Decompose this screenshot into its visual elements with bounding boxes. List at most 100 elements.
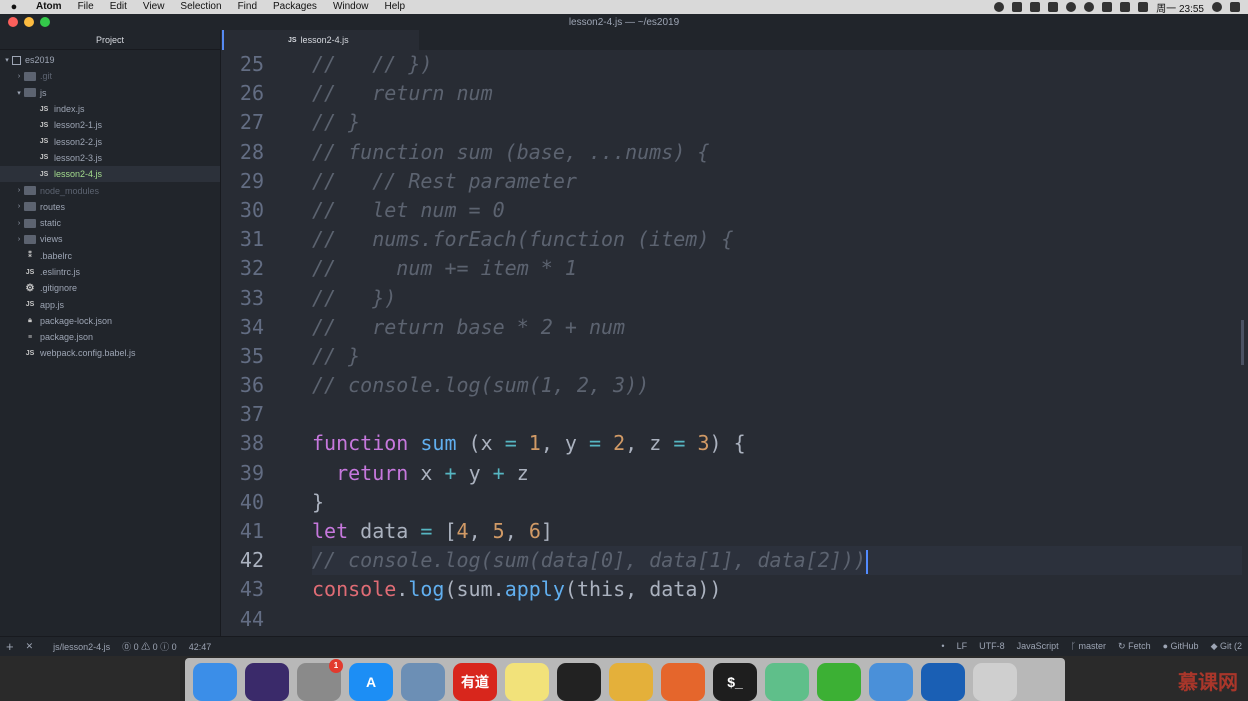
sogou-icon[interactable] (1138, 2, 1149, 12)
menu-find[interactable]: Find (230, 0, 265, 14)
dock-app-notes-icon[interactable] (505, 663, 549, 701)
code-line-26[interactable]: // return num (312, 79, 1242, 108)
record-icon[interactable] (994, 2, 1005, 12)
dock-app-keynote-icon[interactable] (869, 663, 913, 701)
code-line-33[interactable]: // }) (312, 284, 1242, 313)
code-line-38[interactable]: function sum (x = 1, y = 2, z = 3) { (312, 429, 1242, 458)
tree-header[interactable]: Project (0, 30, 220, 50)
tree-item-views[interactable]: › views (0, 231, 220, 247)
code-line-41[interactable]: let data = [4, 5, 6] (312, 517, 1242, 546)
eye-icon[interactable] (1066, 2, 1077, 12)
tree-item-node-modules[interactable]: › node_modules (0, 182, 220, 198)
code-line-40[interactable]: } (312, 488, 1242, 517)
tree-item-package-json[interactable]: ≡ package.json (0, 329, 220, 345)
maximize-window-button[interactable] (40, 17, 50, 27)
dock-app-preview-icon[interactable] (401, 663, 445, 701)
editor-scrollbar[interactable] (1241, 320, 1244, 365)
tree-item-app-js[interactable]: JS app.js (0, 296, 220, 312)
app-status-icon[interactable] (1048, 2, 1059, 12)
code-line-36[interactable]: // console.log(sum(1, 2, 3)) (312, 371, 1242, 400)
code-line-43[interactable]: console.log(sum.apply(this, data)) (312, 575, 1242, 604)
dock-app-youdao-icon[interactable]: 有道 (453, 663, 497, 701)
dock-app-siri-icon[interactable] (245, 663, 289, 701)
status-git[interactable]: ◆ Git (2 (1205, 641, 1248, 652)
status-grammar[interactable]: JavaScript (1011, 641, 1065, 652)
code-line-39[interactable]: return x + y + z (312, 459, 1242, 488)
dock-app-finder-icon[interactable] (193, 663, 237, 701)
apple-menu-icon[interactable]: ● (0, 1, 28, 13)
status-github[interactable]: ● GitHub (1157, 641, 1205, 652)
token-param: y (564, 431, 577, 456)
menu-atom[interactable]: Atom (28, 0, 70, 14)
tab-lesson2-4[interactable]: JS lesson2-4.js (222, 30, 419, 50)
tree-item-package-lock[interactable]: 🔒︎ package-lock.json (0, 313, 220, 329)
code-lines[interactable]: // // }) // return num // } // function … (312, 50, 1242, 634)
status-git-branch[interactable]: ᚴ master (1065, 641, 1112, 652)
dock-app-system-preferences-icon[interactable]: 1 (297, 659, 343, 701)
tree-item-es2019[interactable]: ▾ es2019 (0, 52, 220, 68)
status-cursor-position[interactable]: 42:47 (183, 642, 218, 652)
tree-item-git[interactable]: › .git (0, 68, 220, 84)
status-line-ending[interactable]: LF (951, 641, 974, 652)
dock-app-wechat-icon[interactable] (817, 663, 861, 701)
dock-app-trash-icon[interactable] (973, 663, 1017, 701)
tree-item-eslintrc[interactable]: JS .eslintrc.js (0, 264, 220, 280)
tree-item-lesson2-2[interactable]: JS lesson2-2.js (0, 133, 220, 149)
status-encoding[interactable]: UTF-8 (973, 641, 1011, 652)
tree-item-gitignore[interactable]: ⚙ .gitignore (0, 280, 220, 296)
tree-item-babelrc[interactable]: ⁑ .babelrc (0, 248, 220, 264)
menubar-clock[interactable]: 周一 23:55 (1156, 0, 1204, 15)
menu-view[interactable]: View (135, 0, 173, 14)
minimize-window-button[interactable] (24, 17, 34, 27)
status-file-path[interactable]: js/lesson2-4.js (47, 642, 116, 652)
status-diagnostics[interactable]: ⓪ 0 ⚠ 0 ⓘ 0 (116, 640, 183, 653)
code-line-32[interactable]: // num += item * 1 (312, 254, 1242, 283)
code-line-37[interactable] (312, 400, 1242, 429)
code-line-44[interactable] (312, 605, 1242, 634)
notification-center-icon[interactable] (1230, 2, 1240, 12)
tree-item-routes[interactable]: › routes (0, 199, 220, 215)
menu-selection[interactable]: Selection (172, 0, 229, 14)
spotlight-icon[interactable] (1212, 2, 1222, 12)
tree-item-lesson2-1[interactable]: JS lesson2-1.js (0, 117, 220, 133)
tree-item-lesson2-3[interactable]: JS lesson2-3.js (0, 150, 220, 166)
menu-file[interactable]: File (70, 0, 102, 14)
macos-menubar: ● Atom File Edit View Selection Find Pac… (0, 0, 1248, 15)
menu-help[interactable]: Help (377, 0, 414, 14)
tree-item-lesson2-4[interactable]: JS lesson2-4.js (0, 166, 220, 183)
menu-edit[interactable]: Edit (102, 0, 135, 14)
add-icon[interactable]: + (0, 639, 20, 654)
dock-app-browser-icon[interactable] (921, 663, 965, 701)
tree-item-js[interactable]: ▾ js (0, 85, 220, 101)
dock-app-atom-icon[interactable] (765, 663, 809, 701)
close-icon[interactable]: ✕ (20, 641, 40, 652)
code-line-25[interactable]: // // }) (312, 50, 1242, 79)
code-editor[interactable]: 25 26 27 28 29 30 31 32 33 34 35 36 37 3… (222, 50, 1244, 636)
code-line-30[interactable]: // let num = 0 (312, 196, 1242, 225)
qq-status-icon[interactable] (1012, 2, 1023, 12)
code-line-31[interactable]: // nums.forEach(function (item) { (312, 225, 1242, 254)
dock-app-chrome-icon[interactable] (609, 663, 653, 701)
code-line-29[interactable]: // // Rest parameter (312, 167, 1242, 196)
tree-item-index-js[interactable]: JS index.js (0, 101, 220, 117)
code-line-27[interactable]: // } (312, 108, 1242, 137)
wifi-icon[interactable] (1084, 2, 1095, 12)
tree-item-static[interactable]: › static (0, 215, 220, 231)
input-source-icon[interactable] (1120, 2, 1131, 12)
mic-icon[interactable] (1030, 2, 1041, 12)
tree-item-webpack-config[interactable]: JS webpack.config.babel.js (0, 345, 220, 361)
line-number: 32 (239, 256, 264, 281)
code-line-42-active[interactable]: // console.log(sum(data[0], data[1], dat… (312, 546, 1242, 576)
menu-window[interactable]: Window (325, 0, 377, 14)
close-window-button[interactable] (8, 17, 18, 27)
status-git-fetch[interactable]: ↻ Fetch (1112, 641, 1157, 652)
dock-app-qq-icon[interactable] (557, 663, 601, 701)
code-line-34[interactable]: // return base * 2 + num (312, 313, 1242, 342)
code-line-35[interactable]: // } (312, 342, 1242, 371)
code-line-28[interactable]: // function sum (base, ...nums) { (312, 138, 1242, 167)
battery-icon[interactable] (1102, 2, 1113, 12)
menu-packages[interactable]: Packages (265, 0, 325, 14)
dock-app-firefox-icon[interactable] (661, 663, 705, 701)
dock-app-app-store-icon[interactable]: A (349, 663, 393, 701)
dock-app-terminal-icon[interactable]: $_ (713, 663, 757, 701)
